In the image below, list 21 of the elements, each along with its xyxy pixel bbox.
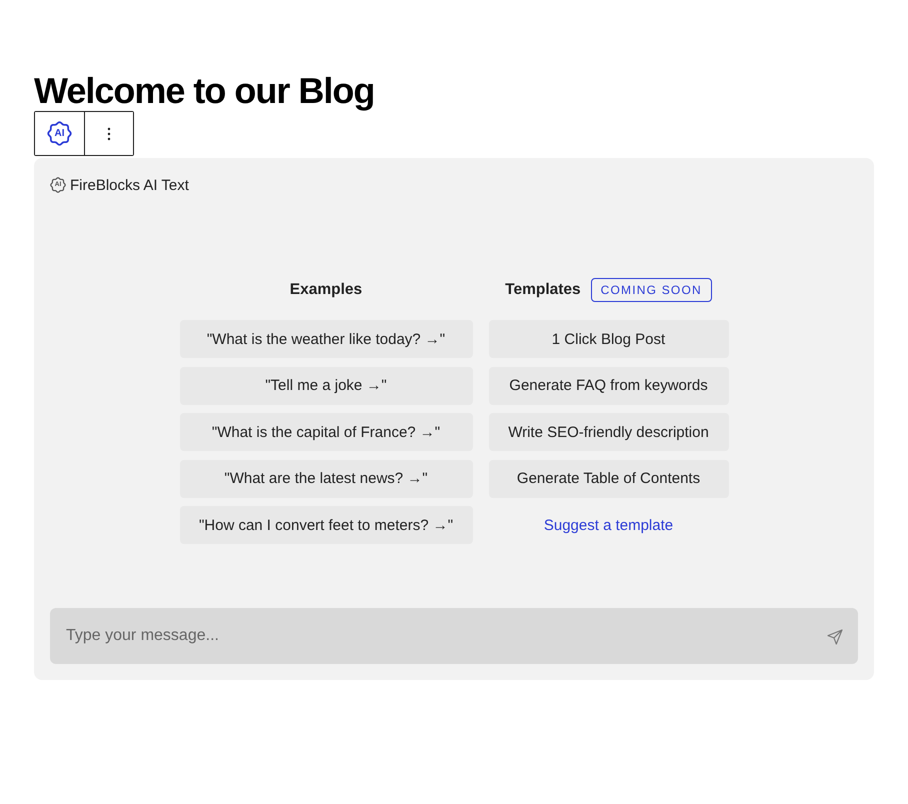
send-button[interactable] xyxy=(826,628,844,646)
templates-heading: Templates xyxy=(505,281,581,299)
suggest-template-link[interactable]: Suggest a template xyxy=(544,516,674,534)
example-prompt-button[interactable]: "What is the capital of France? →" xyxy=(180,413,472,451)
more-options-icon xyxy=(107,126,111,140)
template-button[interactable]: Write SEO-friendly description xyxy=(488,413,728,451)
panel-title: FireBlocks AI Text xyxy=(70,176,189,194)
template-button[interactable]: 1 Click Blog Post xyxy=(488,320,728,358)
message-input[interactable]: Type your message... xyxy=(50,608,858,664)
template-button[interactable]: Generate Table of Contents xyxy=(488,460,728,498)
coming-soon-badge: COMING SOON xyxy=(590,278,712,302)
ai-badge: AI xyxy=(47,121,72,146)
page-heading: Welcome to our Blog xyxy=(34,73,374,109)
template-button[interactable]: Generate FAQ from keywords xyxy=(488,366,728,404)
send-icon xyxy=(827,629,843,645)
more-options-button[interactable] xyxy=(84,112,133,155)
example-prompt-button[interactable]: "What are the latest news? →" xyxy=(180,460,472,498)
examples-heading: Examples xyxy=(290,281,362,299)
example-prompt-button[interactable]: "What is the weather like today? →" xyxy=(180,320,472,358)
example-prompt-button[interactable]: "How can I convert feet to meters? →" xyxy=(180,506,472,544)
example-prompt-button[interactable]: "Tell me a joke →" xyxy=(180,366,472,404)
